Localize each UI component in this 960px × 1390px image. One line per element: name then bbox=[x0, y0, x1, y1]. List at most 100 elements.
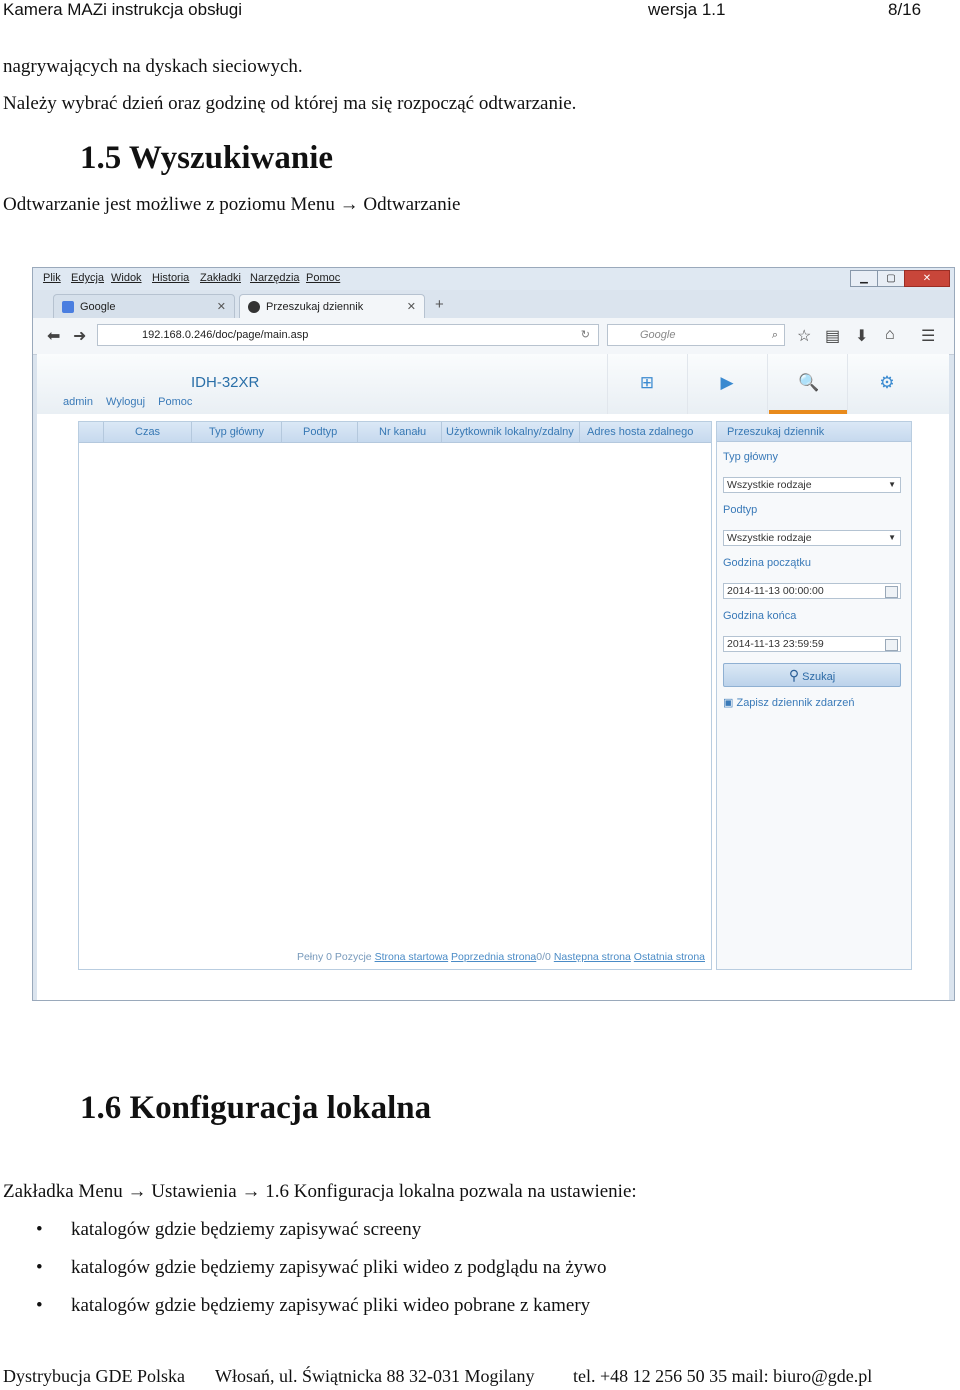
close-tab-icon[interactable]: ✕ bbox=[217, 295, 226, 319]
bullet-icon: • bbox=[36, 1219, 43, 1240]
active-tab-indicator bbox=[769, 410, 847, 414]
calendar-icon[interactable] bbox=[885, 586, 898, 598]
log-table: Czas Typ główny Podtyp Nr kanału Użytkow… bbox=[78, 421, 712, 970]
address-text: 192.168.0.246/doc/page/main.asp bbox=[142, 329, 309, 341]
start-time-label: Godzina początku bbox=[723, 557, 812, 569]
forward-icon[interactable]: ➜ bbox=[73, 326, 86, 346]
menu-zakladki[interactable]: Zakładki bbox=[200, 272, 241, 284]
subtype-label: Podtyp bbox=[723, 504, 758, 516]
new-tab-icon[interactable]: + bbox=[435, 296, 444, 313]
start-time-field[interactable]: 2014-11-13 00:00:00 bbox=[723, 583, 901, 599]
back-icon[interactable]: ⬅ bbox=[47, 326, 60, 346]
playback-icon[interactable]: ▶ bbox=[718, 374, 736, 392]
list-item: • katalogów gdzie będziemy zapisywać pli… bbox=[36, 1257, 607, 1279]
tab-google-label: Google bbox=[80, 301, 116, 313]
help-link[interactable]: Pomoc bbox=[158, 396, 192, 408]
device-model: IDH-32XR bbox=[191, 374, 260, 391]
settings-gear-icon[interactable]: ⚙ bbox=[878, 374, 896, 392]
magnifier-icon: ⚲ bbox=[788, 667, 800, 683]
bookmark-star-icon[interactable]: ☆ bbox=[797, 326, 811, 346]
chevron-down-icon: ▼ bbox=[888, 533, 896, 542]
bookmarks-list-icon[interactable]: ▤ bbox=[825, 326, 840, 346]
doc-version: wersja 1.1 bbox=[648, 0, 726, 19]
footer-company: Dystrybucja GDE Polska bbox=[3, 1366, 185, 1386]
reload-icon[interactable]: ↻ bbox=[581, 325, 590, 345]
intro-line-2: Należy wybrać dzień oraz godzinę od któr… bbox=[3, 93, 577, 114]
search-placeholder: Google bbox=[640, 329, 676, 341]
column-czas: Czas bbox=[135, 426, 161, 438]
close-window-icon[interactable]: ✕ bbox=[904, 270, 950, 287]
google-favicon-icon bbox=[62, 301, 74, 313]
maximize-icon[interactable]: ▢ bbox=[877, 270, 905, 287]
menu-plik[interactable]: Plik bbox=[43, 272, 61, 284]
live-view-icon[interactable]: ⊞ bbox=[638, 374, 656, 392]
section-1-6-text: Zakładka Menu → Ustawienia → 1.6 Konfigu… bbox=[3, 1181, 637, 1202]
section-heading-1-5: 1.5 Wyszukiwanie bbox=[80, 140, 334, 176]
search-button-label: Szukaj bbox=[802, 671, 836, 683]
camera-favicon-icon bbox=[248, 301, 260, 313]
user-links: admin Wyloguj Pomoc bbox=[63, 396, 202, 408]
tab-google[interactable]: Google ✕ bbox=[53, 294, 235, 318]
browser-navbar: ⬅ ➜ 192.168.0.246/doc/page/main.asp ↻ Go… bbox=[33, 318, 954, 355]
menu-historia[interactable]: Historia bbox=[152, 272, 189, 284]
doc-title: Kamera MAZi instrukcja obsługi bbox=[3, 0, 243, 19]
logout-link[interactable]: Wyloguj bbox=[106, 396, 145, 408]
tab-przeszukaj[interactable]: Przeszukaj dziennik ✕ bbox=[239, 294, 425, 318]
save-log-label: Zapisz dziennik zdarzeń bbox=[736, 697, 855, 709]
search-log-panel: Przeszukaj dziennik Typ główny Wszystkie… bbox=[716, 421, 912, 970]
app-header: IDH-32XR admin Wyloguj Pomoc ⊞ ▶ 🔍 ⚙ bbox=[37, 354, 949, 414]
browser-menubar: Plik Edycja Widok Historia Zakładki Narz… bbox=[33, 268, 954, 290]
menu-pomoc[interactable]: Pomoc bbox=[306, 272, 340, 284]
column-typ-glowny: Typ główny bbox=[209, 426, 265, 438]
log-search-icon[interactable]: 🔍 bbox=[798, 374, 819, 392]
menu-icon[interactable]: ☰ bbox=[921, 326, 935, 346]
tab-przeszukaj-label: Przeszukaj dziennik bbox=[266, 301, 364, 313]
bullet-icon: • bbox=[36, 1295, 43, 1316]
close-tab-icon[interactable]: ✕ bbox=[407, 295, 416, 319]
pagination: Pełny 0 Pozycje Strona startowa Poprzedn… bbox=[297, 951, 705, 963]
calendar-icon[interactable] bbox=[885, 639, 898, 651]
footer-contact: tel. +48 12 256 50 35 mail: biuro@gde.pl bbox=[573, 1366, 873, 1386]
intro-line-1: nagrywających na dyskach sieciowych. bbox=[3, 56, 303, 77]
pager-count: 0/0 bbox=[536, 951, 551, 963]
search-input[interactable]: Google ⌕ bbox=[607, 324, 785, 346]
menu-widok[interactable]: Widok bbox=[111, 272, 142, 284]
bullet-icon: • bbox=[36, 1257, 43, 1278]
home-icon[interactable]: ⌂ bbox=[885, 326, 895, 344]
type-select[interactable]: Wszystkie rodzaje ▼ bbox=[723, 477, 901, 493]
divider bbox=[687, 354, 688, 414]
column-podtyp: Podtyp bbox=[303, 426, 338, 438]
type-select-value: Wszystkie rodzaje bbox=[727, 479, 812, 491]
list-item-text: katalogów gdzie będziemy zapisywać pliki… bbox=[71, 1257, 607, 1278]
column-adres-hosta: Adres hosta zdalnego bbox=[587, 426, 694, 438]
end-time-field[interactable]: 2014-11-13 23:59:59 bbox=[723, 636, 901, 652]
search-icon[interactable]: ⌕ bbox=[772, 325, 778, 345]
search-button[interactable]: ⚲ Szukaj bbox=[723, 663, 901, 687]
menu-edycja[interactable]: Edycja bbox=[71, 272, 104, 284]
address-bar[interactable]: 192.168.0.246/doc/page/main.asp ↻ bbox=[97, 324, 599, 346]
browser-tab-row: Google ✕ Przeszukaj dziennik ✕ + bbox=[33, 290, 954, 318]
column-nr-kanalu: Nr kanału bbox=[379, 426, 427, 438]
list-item: • katalogów gdzie będziemy zapisywać scr… bbox=[36, 1219, 421, 1241]
menu-narzedzia[interactable]: Narzędzia bbox=[250, 272, 300, 284]
start-time-value: 2014-11-13 00:00:00 bbox=[727, 585, 824, 597]
page-header: Kamera MAZi instrukcja obsługi wersja 1.… bbox=[0, 0, 960, 22]
column-uzytkownik: Użytkownik lokalny/zdalny bbox=[446, 426, 574, 438]
subtype-select[interactable]: Wszystkie rodzaje ▼ bbox=[723, 530, 901, 546]
log-table-header: Czas Typ główny Podtyp Nr kanału Użytkow… bbox=[79, 422, 711, 443]
footer-address: Włosań, ul. Świątnicka 88 32-031 Mogilan… bbox=[215, 1366, 535, 1386]
save-log-link[interactable]: ▣ Zapisz dziennik zdarzeń bbox=[723, 696, 854, 709]
camera-web-app: IDH-32XR admin Wyloguj Pomoc ⊞ ▶ 🔍 ⚙ Cza… bbox=[37, 354, 949, 1000]
user-admin-link[interactable]: admin bbox=[63, 396, 93, 408]
pager-last[interactable]: Ostatnia strona bbox=[634, 951, 705, 963]
minimize-icon[interactable]: ▁ bbox=[850, 270, 878, 287]
section-heading-1-6: 1.6 Konfiguracja lokalna bbox=[80, 1090, 432, 1126]
pager-total: Pełny 0 Pozycje bbox=[296, 951, 372, 963]
subtype-select-value: Wszystkie rodzaje bbox=[727, 532, 812, 544]
pager-first[interactable]: Strona startowa bbox=[375, 951, 449, 963]
divider bbox=[767, 354, 768, 414]
pager-next[interactable]: Następna strona bbox=[554, 951, 631, 963]
pager-prev[interactable]: Poprzednia strona bbox=[451, 951, 536, 963]
download-icon[interactable]: ⬇ bbox=[855, 326, 868, 346]
panel-title: Przeszukaj dziennik bbox=[717, 422, 911, 442]
